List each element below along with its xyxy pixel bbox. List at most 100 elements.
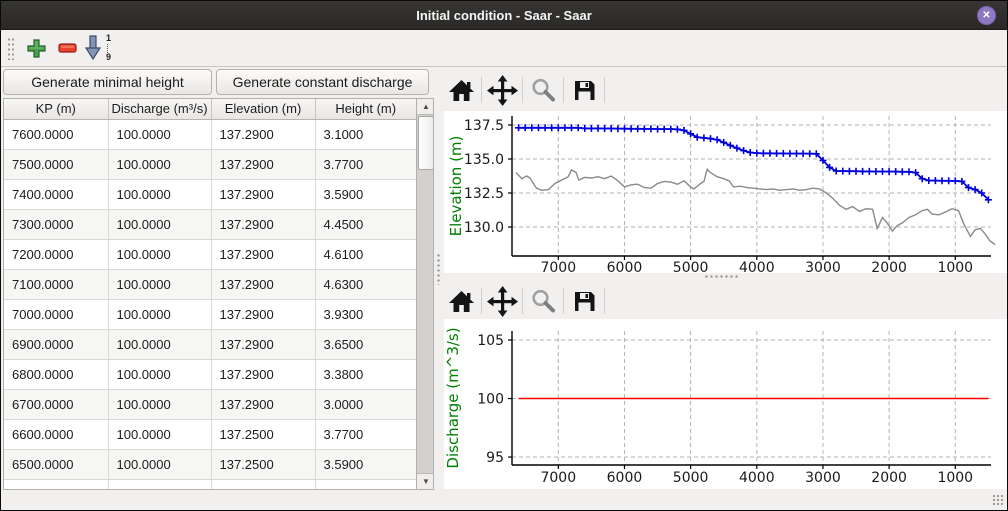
table-cell[interactable]: 7000.0000 xyxy=(4,299,108,329)
elevation-chart[interactable]: 7000600050004000300020001000137.5135.013… xyxy=(444,111,1007,273)
table-cell[interactable]: 7200.0000 xyxy=(4,239,108,269)
table-cell[interactable]: 137.2900 xyxy=(211,299,315,329)
table-scrollbar[interactable]: ▲ ▼ xyxy=(416,99,433,489)
table-cell[interactable]: 100.0000 xyxy=(108,269,211,299)
table-cell[interactable]: 137.2500 xyxy=(211,449,315,479)
table-cell[interactable]: 6800.0000 xyxy=(4,359,108,389)
table-cell[interactable]: 137.2900 xyxy=(211,209,315,239)
table-cell[interactable]: 7100.0000 xyxy=(4,269,108,299)
zoom-button[interactable] xyxy=(526,285,560,317)
toolbar-separator xyxy=(563,77,564,103)
table-row: 6900.0000100.0000137.29003.6500 xyxy=(4,329,416,359)
table-cell[interactable]: 100.0000 xyxy=(108,359,211,389)
table-cell[interactable]: 137.2900 xyxy=(211,239,315,269)
table-cell[interactable]: 137.2500 xyxy=(211,419,315,449)
table-cell[interactable]: 100.0000 xyxy=(108,179,211,209)
scrollbar-down-button[interactable]: ▼ xyxy=(417,473,434,489)
table-cell[interactable]: 100.0000 xyxy=(108,329,211,359)
table-cell[interactable]: 4.6300 xyxy=(315,269,416,299)
table-cell[interactable]: 137.2900 xyxy=(211,119,315,149)
x-tick-label: 4000 xyxy=(739,470,775,486)
y-tick-label: 105 xyxy=(477,333,504,349)
column-header[interactable]: Height (m) xyxy=(315,99,416,119)
pan-icon xyxy=(487,286,518,317)
table-cell[interactable]: 137.2900 xyxy=(211,359,315,389)
table-row: 6500.0000100.0000137.25003.5900 xyxy=(4,449,416,479)
elevation-plot-canvas[interactable]: 7000600050004000300020001000137.5135.013… xyxy=(444,111,1007,273)
table-cell[interactable]: 3.5900 xyxy=(315,449,416,479)
table-cell[interactable]: 100.0000 xyxy=(108,299,211,329)
vertical-splitter-handle[interactable] xyxy=(436,253,442,285)
table-row: 7200.0000100.0000137.29004.6100 xyxy=(4,239,416,269)
column-header[interactable]: KP (m) xyxy=(4,99,108,119)
table-cell[interactable]: 100.0000 xyxy=(108,389,211,419)
table-cell[interactable]: 7300.0000 xyxy=(4,209,108,239)
save-button[interactable] xyxy=(567,74,601,106)
table-cell[interactable]: 100.0000 xyxy=(108,419,211,449)
table-row-partial xyxy=(4,479,416,489)
generate-minimal-height-button[interactable]: Generate minimal height xyxy=(3,69,212,95)
table-cell[interactable]: 3.5900 xyxy=(315,179,416,209)
table-cell[interactable]: 3.0000 xyxy=(315,389,416,419)
table-cell[interactable]: 137.2900 xyxy=(211,149,315,179)
water-elevation-markers xyxy=(515,124,992,203)
table-cell[interactable]: 3.1000 xyxy=(315,119,416,149)
table-cell[interactable]: 3.7700 xyxy=(315,419,416,449)
generate-constant-discharge-button[interactable]: Generate constant discharge xyxy=(216,69,429,95)
table-cell[interactable]: 6900.0000 xyxy=(4,329,108,359)
discharge-chart[interactable]: 700060005000400030002000100010510095Disc… xyxy=(444,319,1007,489)
close-button[interactable]: ✕ xyxy=(977,6,996,25)
sort-button[interactable]: 1 9 xyxy=(84,33,112,63)
x-tick-label: 6000 xyxy=(607,260,643,273)
y-axis-label: Elevation (m) xyxy=(447,136,465,237)
column-header[interactable]: Discharge (m³/s) xyxy=(108,99,211,119)
scrollbar-thumb[interactable] xyxy=(418,116,434,170)
y-tick-label: 130.0 xyxy=(464,220,504,236)
table-cell[interactable]: 3.3800 xyxy=(315,359,416,389)
table-cell[interactable]: 7400.0000 xyxy=(4,179,108,209)
table-cell[interactable]: 3.7700 xyxy=(315,149,416,179)
column-header[interactable]: Elevation (m) xyxy=(211,99,315,119)
table-cell[interactable]: 100.0000 xyxy=(108,149,211,179)
add-row-button[interactable] xyxy=(22,33,50,63)
titlebar: Initial condition - Saar - Saar ✕ xyxy=(1,1,1007,30)
magnifier-icon xyxy=(530,77,557,104)
table-cell[interactable]: 3.6500 xyxy=(315,329,416,359)
table-cell[interactable]: 7500.0000 xyxy=(4,149,108,179)
x-tick-label: 7000 xyxy=(540,470,576,486)
table-cell[interactable]: 100.0000 xyxy=(108,119,211,149)
table-cell[interactable]: 6700.0000 xyxy=(4,389,108,419)
remove-row-button[interactable] xyxy=(53,33,81,63)
pan-button[interactable] xyxy=(485,74,519,106)
table-cell[interactable]: 100.0000 xyxy=(108,239,211,269)
table-cell[interactable]: 137.2900 xyxy=(211,389,315,419)
toolbar-drag-handle[interactable] xyxy=(6,36,14,60)
table-header-row: KP (m)Discharge (m³/s)Elevation (m)Heigh… xyxy=(4,99,416,119)
scrollbar-up-button[interactable]: ▲ xyxy=(417,99,434,115)
save-button[interactable] xyxy=(567,285,601,317)
home-button[interactable] xyxy=(444,74,478,106)
table-cell[interactable]: 137.2900 xyxy=(211,329,315,359)
window-title: Initial condition - Saar - Saar xyxy=(416,8,592,23)
zoom-button[interactable] xyxy=(526,74,560,106)
table-cell[interactable]: 4.6100 xyxy=(315,239,416,269)
table-cell[interactable]: 3.9300 xyxy=(315,299,416,329)
sort-digit-1: 1 xyxy=(106,34,111,43)
table-cell[interactable]: 100.0000 xyxy=(108,449,211,479)
table-cell[interactable]: 100.0000 xyxy=(108,209,211,239)
window-resize-grip[interactable] xyxy=(992,494,1005,507)
save-icon xyxy=(572,289,597,314)
table-cell[interactable]: 6600.0000 xyxy=(4,419,108,449)
table-cell[interactable]: 137.2900 xyxy=(211,269,315,299)
pan-button[interactable] xyxy=(485,285,519,317)
data-table: KP (m)Discharge (m³/s)Elevation (m)Heigh… xyxy=(4,99,416,489)
table-cell[interactable]: 6500.0000 xyxy=(4,449,108,479)
x-tick-label: 5000 xyxy=(673,470,709,486)
table-cell[interactable]: 137.2900 xyxy=(211,179,315,209)
horizontal-splitter-handle[interactable] xyxy=(704,274,738,280)
home-button[interactable] xyxy=(444,285,478,317)
scroll-down-icon: ▼ xyxy=(422,477,430,486)
table-cell[interactable]: 4.4500 xyxy=(315,209,416,239)
table-cell[interactable]: 7600.0000 xyxy=(4,119,108,149)
discharge-plot-canvas[interactable]: 700060005000400030002000100010510095Disc… xyxy=(444,319,1007,489)
